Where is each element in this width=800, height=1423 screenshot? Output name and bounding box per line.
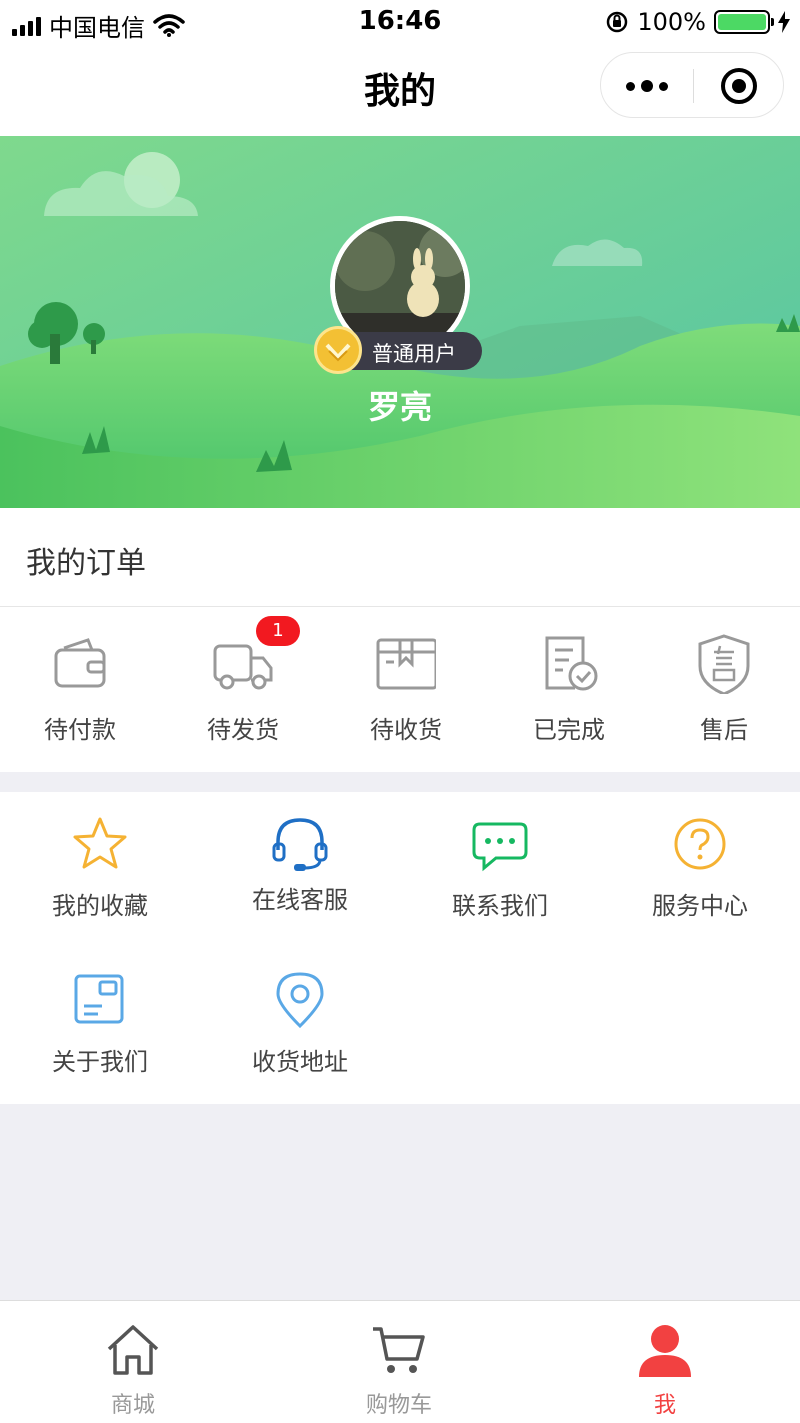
cart-icon (373, 1327, 425, 1373)
status-right: 100% (605, 8, 790, 36)
home-icon (107, 1325, 159, 1375)
service-contact-us[interactable]: 联系我们 (400, 792, 600, 942)
order-label: 待收货 (370, 716, 442, 744)
headset-icon (272, 818, 328, 871)
order-label: 待发货 (207, 716, 279, 744)
order-label: 待付款 (44, 716, 116, 744)
charging-bolt-icon (778, 11, 790, 33)
tab-label: 我 (653, 1393, 676, 1418)
service-label: 服务中心 (652, 892, 748, 920)
services-grid: 我的收藏 在线客服 联系我们 服务中心 关于我们 收货地址 (0, 792, 800, 1104)
order-pending-payment[interactable]: 待付款 (0, 606, 160, 772)
battery-icon (714, 10, 774, 34)
card-icon (74, 974, 124, 1024)
rotation-lock-icon (607, 11, 628, 33)
pending-shipment-count-badge: 1 (256, 616, 300, 646)
target-close-icon[interactable] (721, 68, 757, 104)
receipt-check-icon (545, 636, 598, 691)
tab-mall[interactable]: 商城 (0, 1301, 266, 1423)
shield-after-sale-icon (698, 634, 750, 694)
location-pin-icon (276, 972, 324, 1028)
nav-bar: 我的 (0, 44, 800, 136)
status-bar: 中国电信 16:46 100% (0, 0, 800, 44)
medal-icon (314, 326, 362, 374)
user-name: 罗亮 (367, 388, 432, 426)
member-level-badge: 普通用户 (314, 326, 482, 374)
service-about-us[interactable]: 关于我们 (0, 948, 200, 1098)
order-label: 已完成 (533, 716, 605, 744)
tab-label: 商城 (110, 1393, 155, 1418)
order-completed[interactable]: 已完成 (489, 606, 649, 772)
tab-bar: 商城 购物车 我 (0, 1300, 800, 1423)
service-label: 联系我们 (452, 892, 548, 920)
more-dots-icon[interactable] (601, 53, 693, 119)
mini-program-capsule (600, 52, 784, 118)
order-label: 售后 (700, 716, 748, 744)
chat-icon (472, 822, 528, 872)
service-favorites[interactable]: 我的收藏 (0, 792, 200, 942)
order-pending-receipt[interactable]: 待收货 (326, 606, 486, 772)
service-label: 关于我们 (52, 1048, 148, 1076)
order-after-sale[interactable]: 售后 (644, 606, 800, 772)
service-label: 收货地址 (252, 1048, 348, 1076)
capsule-divider (693, 69, 694, 103)
battery-percent: 100% (637, 8, 706, 36)
service-online-support[interactable]: 在线客服 (200, 792, 400, 942)
orders-section: 我的订单 待付款 待发货 待收货 已完成 售后 1 (0, 508, 800, 772)
wallet-icon (54, 638, 106, 688)
tab-cart[interactable]: 购物车 (266, 1301, 532, 1423)
question-icon (674, 818, 726, 870)
tab-label: 购物车 (365, 1393, 432, 1418)
tab-me[interactable]: 我 (532, 1301, 798, 1423)
service-label: 在线客服 (252, 886, 348, 914)
box-icon (376, 638, 436, 690)
member-level-label: 普通用户 (372, 342, 456, 366)
service-help-center[interactable]: 服务中心 (600, 792, 800, 942)
user-icon (639, 1325, 691, 1377)
service-shipping-address[interactable]: 收货地址 (200, 948, 400, 1098)
profile-banner: 普通用户 罗亮 (0, 136, 800, 508)
orders-title[interactable]: 我的订单 (26, 538, 146, 582)
service-label: 我的收藏 (52, 892, 148, 920)
star-icon (73, 817, 127, 869)
